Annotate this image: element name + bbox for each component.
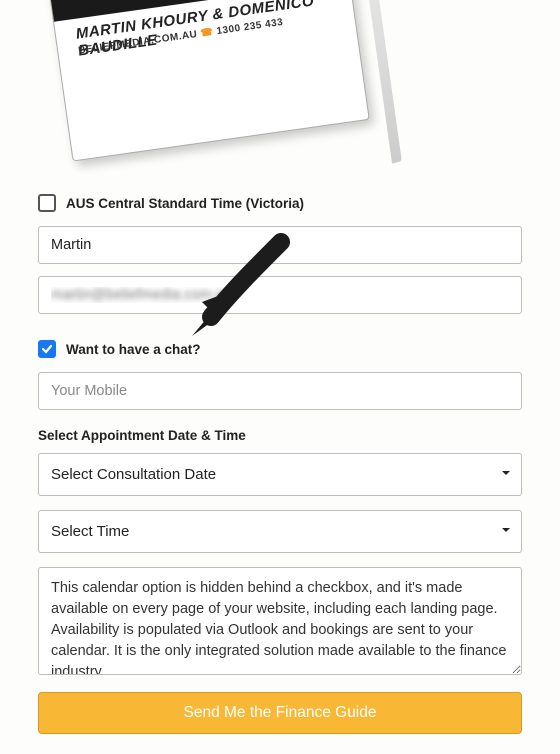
name-input[interactable]	[38, 226, 522, 264]
chat-checkbox[interactable]	[38, 340, 56, 358]
timezone-checkbox[interactable]	[38, 194, 56, 212]
submit-button[interactable]: Send Me the Finance Guide	[38, 692, 522, 734]
timezone-checkbox-row[interactable]: AUS Central Standard Time (Victoria)	[38, 194, 522, 212]
consultation-date-select[interactable]: Select Consultation Date	[38, 453, 522, 496]
book-cover: ...eration Explained MARTIN KHOURY & DOM…	[0, 0, 560, 180]
appointment-section-label: Select Appointment Date & Time	[38, 428, 522, 443]
chat-label: Want to have a chat?	[66, 342, 201, 357]
email-input[interactable]	[38, 276, 522, 314]
chat-checkbox-row[interactable]: Want to have a chat?	[38, 340, 522, 358]
mobile-input[interactable]	[38, 372, 522, 410]
time-select[interactable]: Select Time	[38, 510, 522, 553]
timezone-label: AUS Central Standard Time (Victoria)	[66, 196, 304, 211]
notes-textarea[interactable]: This calendar option is hidden behind a …	[38, 567, 522, 675]
